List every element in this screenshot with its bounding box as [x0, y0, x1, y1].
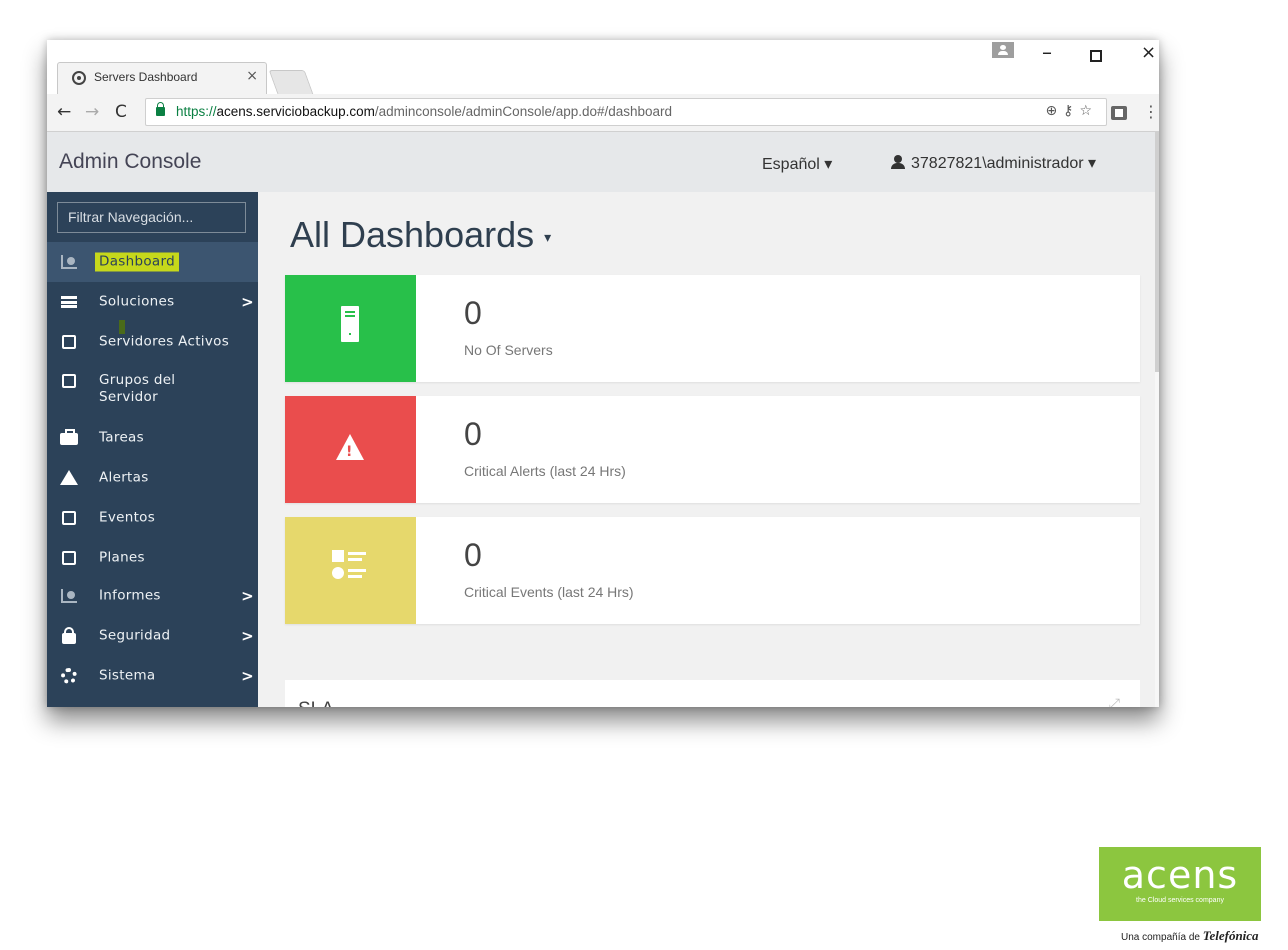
- new-tab-button[interactable]: [268, 70, 314, 94]
- sidebar-item-label: Dashboard: [95, 252, 179, 272]
- exclamation-icon: !: [346, 444, 353, 460]
- sidebar-item-tareas[interactable]: Tareas: [47, 418, 258, 458]
- events-icon: [60, 510, 78, 526]
- lock-icon: [60, 627, 78, 644]
- user-name: 37827821\administrador ▾: [911, 155, 1097, 172]
- card-color-block: [285, 275, 416, 382]
- nav-filter-input[interactable]: Filtrar Navegación...: [57, 202, 246, 233]
- events-icon: [332, 550, 368, 586]
- tab-title: Servers Dashboard: [94, 70, 198, 84]
- sidebar-item-eventos[interactable]: Eventos: [47, 498, 258, 538]
- secure-lock-icon: [156, 102, 165, 116]
- plan-doc-icon: [60, 550, 78, 566]
- sidebar-item-label: Eventos: [99, 509, 156, 526]
- card-label: No Of Servers: [464, 342, 553, 358]
- sidebar-item-label: Servidores Activos: [99, 333, 230, 350]
- sidebar-item-dashboard[interactable]: Dashboard: [47, 242, 258, 282]
- browser-tab[interactable]: Servers Dashboard ×: [57, 62, 267, 94]
- layers-icon: [60, 294, 78, 310]
- forward-arrow-icon[interactable]: →: [85, 102, 99, 122]
- page-scrollbar[interactable]: [1155, 132, 1159, 707]
- site-favicon-icon: [72, 71, 86, 85]
- sla-panel-title: SLA: [298, 699, 334, 707]
- reload-icon[interactable]: C: [115, 102, 127, 122]
- app-title: Admin Console: [59, 150, 202, 173]
- chevron-right-icon: >: [241, 667, 254, 685]
- servers-count-card[interactable]: 0 No Of Servers: [285, 275, 1140, 382]
- nav-filter-placeholder: Filtrar Navegación...: [68, 209, 194, 225]
- key-icon[interactable]: ⚷: [1063, 103, 1079, 119]
- chevron-down-icon[interactable]: ▾: [544, 229, 551, 245]
- chevron-right-icon: >: [241, 293, 254, 311]
- card-label: Critical Events (last 24 Hrs): [464, 584, 634, 600]
- server-group-icon: [60, 373, 78, 389]
- sidebar-item-label: Soluciones: [99, 293, 175, 310]
- gear-icon: [60, 668, 78, 684]
- sidebar-item-label: Planes: [99, 549, 145, 566]
- card-color-block: [285, 517, 416, 624]
- chart-icon: [60, 588, 78, 604]
- sidebar-item-servidores-activos[interactable]: Servidores Activos: [47, 322, 258, 362]
- maximize-button[interactable]: [1090, 50, 1102, 62]
- browser-menu-icon[interactable]: ⋮: [1143, 102, 1159, 121]
- bookmark-star-icon[interactable]: ☆: [1079, 103, 1098, 119]
- browser-profile-icon[interactable]: [992, 42, 1014, 58]
- url-text[interactable]: https://acens.serviciobackup.com/adminco…: [176, 104, 672, 119]
- card-value: 0: [464, 295, 482, 331]
- sidebar-item-label: Sistema: [99, 667, 156, 684]
- sidebar-item-label: Informes: [99, 587, 161, 604]
- acens-logo-word: acens: [1121, 853, 1239, 897]
- minimize-button[interactable]: –: [1042, 40, 1052, 64]
- sidebar-item-planes[interactable]: Planes: [47, 538, 258, 578]
- scroll-thumb[interactable]: [1155, 132, 1159, 372]
- server-icon: [341, 306, 359, 342]
- acens-logo: acens the Cloud services company: [1099, 847, 1261, 921]
- chevron-right-icon: >: [241, 587, 254, 605]
- sidebar-item-alertas[interactable]: Alertas: [47, 458, 258, 498]
- chart-icon: [60, 254, 78, 270]
- sidebar-item-informes[interactable]: Informes >: [47, 576, 258, 616]
- acens-subline: Una compañía de Telefónica: [1121, 928, 1259, 943]
- sidebar-item-sistema[interactable]: Sistema >: [47, 656, 258, 696]
- browser-toolbar: ← → C https://acens.serviciobackup.com/a…: [47, 94, 1159, 132]
- sidebar-item-label: Alertas: [99, 469, 149, 486]
- card-value: 0: [464, 416, 482, 452]
- sla-panel: SLA ⤢: [285, 680, 1140, 707]
- acens-tagline: the Cloud services company: [1136, 897, 1224, 904]
- user-menu[interactable]: 37827821\administrador ▾: [891, 153, 1096, 173]
- user-icon: [891, 155, 905, 169]
- sidebar-item-label: Grupos del Servidor: [99, 372, 176, 405]
- sidebar-item-grupos-del-servidor[interactable]: Grupos del Servidor: [47, 364, 258, 414]
- page-title[interactable]: All Dashboards ▾: [290, 214, 551, 256]
- browser-window: Servers Dashboard × – × ← → C https://ac…: [47, 40, 1159, 707]
- sidebar-item-label: Seguridad: [99, 627, 171, 644]
- tab-strip: Servers Dashboard × – ×: [47, 40, 1159, 94]
- address-bar[interactable]: https://acens.serviciobackup.com/adminco…: [145, 98, 1107, 126]
- critical-events-card[interactable]: 0 Critical Events (last 24 Hrs): [285, 517, 1140, 624]
- critical-alerts-card[interactable]: ! 0 Critical Alerts (last 24 Hrs): [285, 396, 1140, 503]
- sidebar-item-soluciones[interactable]: Soluciones >: [47, 282, 258, 322]
- warning-icon: [60, 470, 78, 486]
- omnibox-icons: ⊕⚷☆: [1045, 103, 1098, 119]
- chevron-right-icon: >: [241, 627, 254, 645]
- briefcase-icon: [60, 429, 78, 446]
- window-close-button[interactable]: ×: [1141, 42, 1156, 63]
- app-header: Admin Console Español ▾ 37827821\adminis…: [47, 132, 1155, 192]
- expand-icon[interactable]: ⤢: [1109, 696, 1120, 707]
- back-arrow-icon[interactable]: ←: [57, 102, 71, 122]
- extension-icon[interactable]: [1111, 106, 1127, 120]
- language-dropdown[interactable]: Español ▾: [762, 154, 832, 174]
- sidebar-item-seguridad[interactable]: Seguridad >: [47, 616, 258, 656]
- card-value: 0: [464, 537, 482, 573]
- sidebar-item-label: Tareas: [99, 429, 144, 446]
- zoom-icon[interactable]: ⊕: [1045, 103, 1063, 119]
- sidebar: Filtrar Navegación... Dashboard Solucion…: [47, 192, 258, 707]
- server-settings-icon: [60, 334, 78, 350]
- tab-close-icon[interactable]: ×: [246, 68, 258, 84]
- main-content: All Dashboards ▾ 0 No Of Servers ! 0 Cri…: [258, 192, 1155, 707]
- card-label: Critical Alerts (last 24 Hrs): [464, 463, 626, 479]
- card-color-block: !: [285, 396, 416, 503]
